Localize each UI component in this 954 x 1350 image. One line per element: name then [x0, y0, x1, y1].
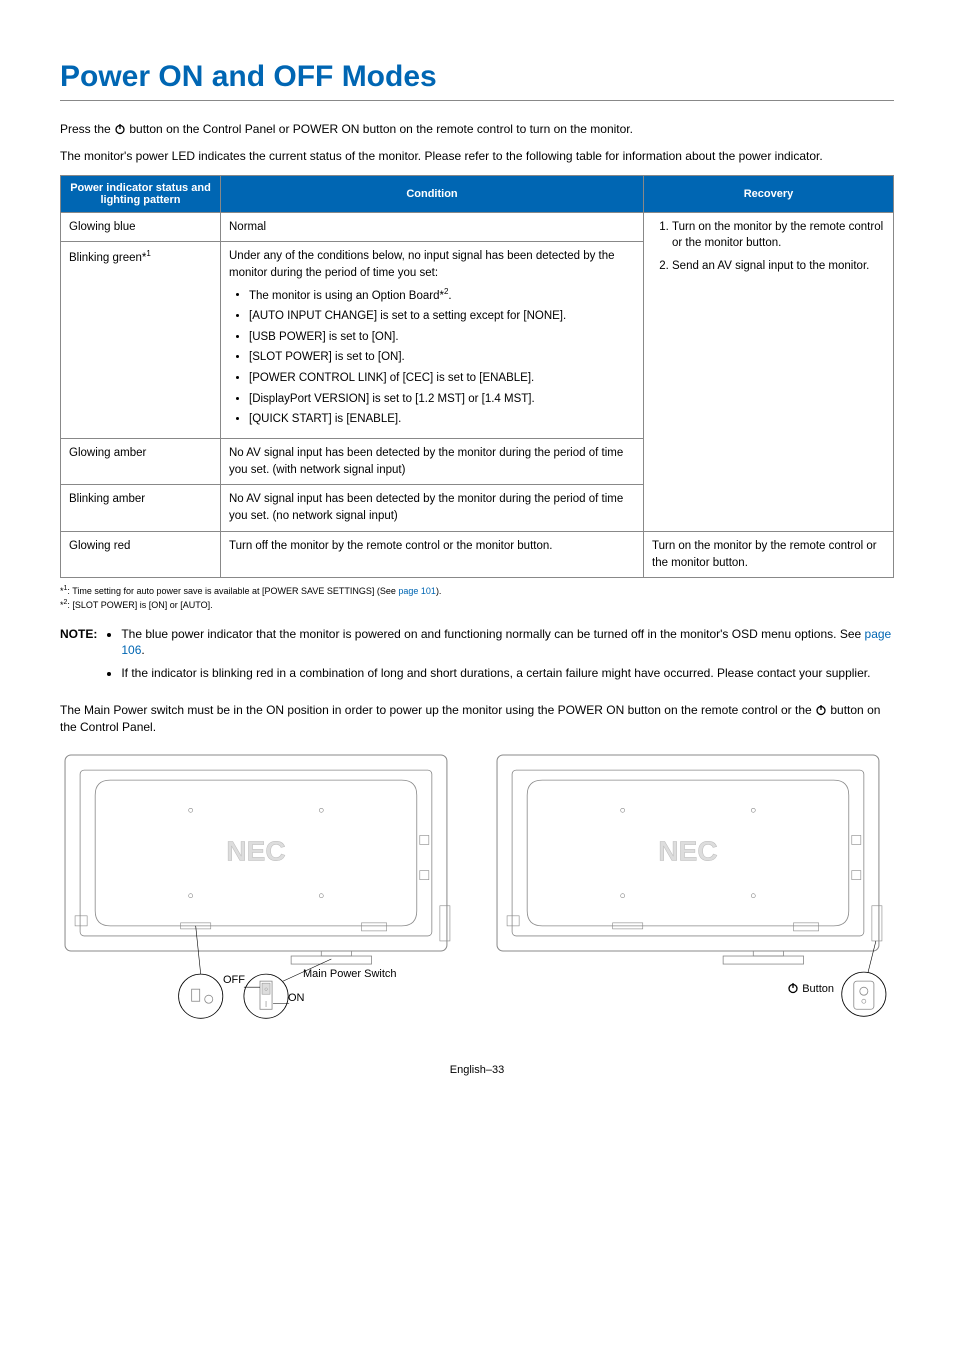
diagram-left: NEC	[60, 750, 462, 1024]
table-header-status: Power indicator status and lighting patt…	[61, 175, 221, 212]
cell-recovery: Turn on the monitor by the remote contro…	[644, 531, 894, 577]
fn-text: : [SLOT POWER] is [ON] or [AUTO].	[67, 600, 212, 610]
fn-link[interactable]: page 101	[398, 586, 436, 596]
cell-status-sup: 1	[146, 249, 150, 258]
cell-status: Glowing blue	[61, 212, 221, 242]
list-item: [SLOT POWER] is set to [ON].	[249, 349, 635, 366]
diagram-right: NEC Bu	[492, 750, 894, 1024]
power-icon-inline	[787, 982, 799, 994]
cell-status: Blinking amber	[61, 485, 221, 531]
cell-status: Glowing amber	[61, 439, 221, 485]
cell-condition: Turn off the monitor by the remote contr…	[221, 531, 644, 577]
recovery-item: Turn on the monitor by the remote contro…	[672, 219, 885, 252]
note-block: NOTE: The blue power indicator that the …	[60, 626, 894, 688]
note-text-end: .	[141, 643, 144, 657]
list-item: [AUTO INPUT CHANGE] is set to a setting …	[249, 308, 635, 325]
intro1-text-a: Press the	[60, 122, 114, 136]
list-item: [DisplayPort VERSION] is set to [1.2 MST…	[249, 391, 635, 408]
cell-status: Blinking green*1	[61, 242, 221, 439]
cell-recovery: Turn on the monitor by the remote contro…	[644, 212, 894, 531]
fn-text: : Time setting for auto power save is av…	[67, 586, 398, 596]
svg-text:○: ○	[264, 987, 268, 993]
table-row: Glowing blue Normal Turn on the monitor …	[61, 212, 894, 242]
table-header-recovery: Recovery	[644, 175, 894, 212]
power-icon-inline	[114, 123, 126, 135]
cell-condition: No AV signal input has been detected by …	[221, 485, 644, 531]
intro-paragraph-1: Press the button on the Control Panel or…	[60, 121, 894, 138]
monitor-diagram-main-switch: NEC	[60, 750, 462, 1021]
recovery-item: Send an AV signal input to the monitor.	[672, 258, 885, 275]
power-indicator-table: Power indicator status and lighting patt…	[60, 175, 894, 579]
monitor-diagram-power-button: NEC	[492, 750, 894, 1021]
label-on: ON	[288, 992, 305, 1004]
table-row: Glowing red Turn off the monitor by the …	[61, 531, 894, 577]
intro-paragraph-2: The monitor's power LED indicates the cu…	[60, 148, 894, 165]
cell-condition: No AV signal input has been detected by …	[221, 439, 644, 485]
para-after-note: The Main Power switch must be in the ON …	[60, 702, 894, 736]
li-text: The monitor is using an Option Board*	[249, 289, 444, 301]
table-header-condition: Condition	[221, 175, 644, 212]
list-item: [USB POWER] is set to [ON].	[249, 329, 635, 346]
list-item: The monitor is using an Option Board*2.	[249, 286, 635, 305]
list-item: [POWER CONTROL LINK] of [CEC] is set to …	[249, 370, 635, 387]
cell-status: Glowing red	[61, 531, 221, 577]
label-main-power-switch: Main Power Switch	[303, 968, 397, 980]
para-after-a: The Main Power switch must be in the ON …	[60, 703, 815, 717]
fn-text-end: ).	[436, 586, 442, 596]
cell-condition: Under any of the conditions below, no in…	[221, 242, 644, 439]
intro1-text-b: button on the Control Panel or POWER ON …	[126, 122, 633, 136]
cell-condition: Normal	[221, 212, 644, 242]
note-item: If the indicator is blinking red in a co…	[121, 665, 894, 682]
cond-intro: Under any of the conditions below, no in…	[229, 250, 615, 279]
label-power-button: Button	[787, 982, 834, 995]
svg-text:|: |	[265, 1001, 267, 1007]
page-footer: English–33	[60, 1064, 894, 1076]
label-button-text: Button	[799, 983, 834, 995]
note-item: The blue power indicator that the monito…	[121, 626, 894, 660]
list-item: [QUICK START] is [ENABLE].	[249, 411, 635, 428]
power-icon-inline	[815, 704, 827, 716]
label-off: OFF	[223, 974, 245, 986]
note-text: The blue power indicator that the monito…	[121, 627, 864, 641]
svg-text:NEC: NEC	[658, 835, 717, 866]
li-text-b: .	[448, 289, 451, 301]
cell-status-text: Blinking green*	[69, 252, 146, 264]
svg-text:NEC: NEC	[226, 835, 285, 866]
footnotes: *1: Time setting for auto power save is …	[60, 584, 894, 611]
note-label: NOTE:	[60, 626, 97, 688]
page-title: Power ON and OFF Modes	[60, 60, 894, 101]
